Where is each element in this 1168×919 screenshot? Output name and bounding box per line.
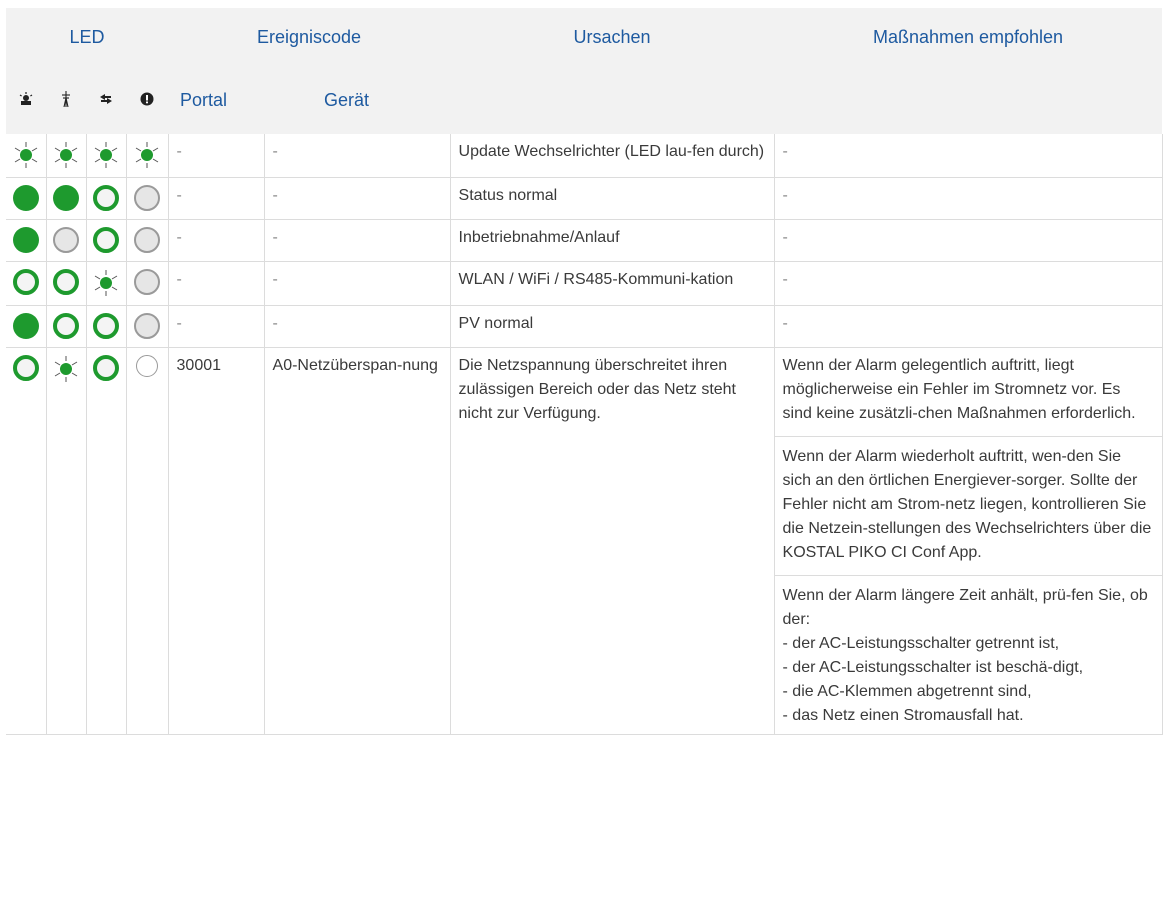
table-row: - - PV normal -: [6, 305, 1163, 348]
led-cell: [86, 134, 127, 178]
led-ring-icon: [53, 313, 79, 339]
massnahmen-paragraph: Wenn der Alarm gelegentlich auftritt, li…: [782, 357, 1136, 422]
massnahmen-paragraph: Wenn der Alarm längere Zeit anhält, prü-…: [782, 587, 1148, 724]
led-cell: [126, 134, 169, 178]
ursache: Inbetriebnahme/Anlauf: [450, 219, 775, 262]
header-ursachen: Ursachen: [450, 8, 775, 66]
massnahmen: Wenn der Alarm gelegentlich auftritt, li…: [774, 347, 1163, 735]
table-row: - - Inbetriebnahme/Anlauf -: [6, 219, 1163, 262]
ursache: PV normal: [450, 305, 775, 348]
led-cell: [46, 305, 87, 348]
led-cell: [86, 305, 127, 348]
portal-code: -: [168, 134, 265, 178]
led-cell: [86, 177, 127, 220]
led-cell: [6, 134, 47, 178]
massnahmen-paragraph: -: [782, 315, 788, 332]
table-row: - - WLAN / WiFi / RS485-Kommuni-kation -: [6, 261, 1163, 306]
table-row: - - Update Wechselrichter (LED lau-fen dur…: [6, 134, 1163, 178]
massnahmen: -: [774, 134, 1163, 178]
led-cell: [46, 219, 87, 262]
led-blink-icon: [52, 355, 80, 383]
led-off-icon: [134, 185, 160, 211]
header-portal: Portal: [168, 66, 265, 134]
geraet-code: -: [264, 134, 451, 178]
led-cell: [6, 261, 47, 306]
led-ring-icon: [93, 185, 119, 211]
ursache: WLAN / WiFi / RS485-Kommuni-kation: [450, 261, 775, 306]
massnahmen: -: [774, 177, 1163, 220]
pv-sun-icon: [6, 66, 46, 134]
led-cell: [6, 347, 47, 735]
led-cell: [6, 305, 47, 348]
header-led: LED: [6, 8, 169, 66]
led-off-icon: [136, 355, 158, 377]
portal-code: 30001: [168, 347, 265, 735]
massnahmen-paragraph: -: [782, 143, 788, 160]
geraet-code: -: [264, 219, 451, 262]
led-off-icon: [134, 313, 160, 339]
led-cell: [86, 347, 127, 735]
led-ring-icon: [93, 313, 119, 339]
led-off-icon: [134, 269, 160, 295]
led-blink-icon: [12, 141, 40, 169]
led-cell: [46, 261, 87, 306]
led-blink-icon: [133, 141, 161, 169]
led-on-icon: [12, 313, 39, 339]
massnahmen-paragraph: Wenn der Alarm wiederholt auftritt, wen-…: [782, 448, 1152, 561]
ursache: Status normal: [450, 177, 775, 220]
geraet-code: -: [264, 305, 451, 348]
massnahmen-paragraph: -: [782, 271, 788, 288]
led-off-icon: [53, 227, 79, 253]
massnahmen: -: [774, 261, 1163, 306]
table-row: 30001 A0-Netzüberspan-nung Die Netzspannun…: [6, 347, 1163, 735]
led-cell: [46, 134, 87, 178]
header-row-main: LED Ereigniscode Ursachen Maßnahmen empf…: [6, 8, 1163, 66]
communication-icon: [86, 66, 126, 134]
led-cell: [6, 177, 47, 220]
ursache: Die Netzspannung überschreitet ihren zul…: [450, 347, 775, 735]
header-row-sub: Portal Gerät: [6, 66, 1163, 134]
led-cell: [126, 177, 169, 220]
ursache: Update Wechselrichter (LED lau-fen durch…: [450, 134, 775, 178]
led-cell: [46, 177, 87, 220]
led-event-table: LED Ereigniscode Ursachen Maßnahmen empf…: [6, 8, 1163, 735]
led-on-icon: [53, 185, 79, 211]
led-cell: [126, 305, 169, 348]
led-ring-icon: [12, 355, 39, 381]
massnahmen: -: [774, 305, 1163, 348]
massnahmen-paragraph: -: [782, 229, 788, 246]
geraet-code: -: [264, 261, 451, 306]
led-ring-icon: [12, 269, 39, 295]
header-ereigniscode: Ereigniscode: [168, 8, 451, 66]
massnahmen: -: [774, 219, 1163, 262]
portal-code: -: [168, 261, 265, 306]
table-row: - - Status normal -: [6, 177, 1163, 220]
header-massnahmen: Maßnahmen empfohlen: [774, 8, 1163, 66]
portal-code: -: [168, 177, 265, 220]
led-cell: [86, 261, 127, 306]
warning-icon: [126, 66, 169, 134]
geraet-code: -: [264, 177, 451, 220]
led-cell: [126, 261, 169, 306]
geraet-code: A0-Netzüberspan-nung: [264, 347, 451, 735]
massnahmen-paragraph: -: [782, 187, 788, 204]
led-cell: [126, 219, 169, 262]
led-ring-icon: [53, 269, 79, 295]
header-geraet: Gerät: [264, 66, 451, 134]
led-ring-icon: [93, 355, 119, 381]
led-ring-icon: [93, 227, 119, 253]
led-cell: [6, 219, 47, 262]
led-blink-icon: [92, 141, 120, 169]
portal-code: -: [168, 305, 265, 348]
led-cell: [126, 347, 169, 735]
led-cell: [86, 219, 127, 262]
led-cell: [46, 347, 87, 735]
led-on-icon: [12, 227, 39, 253]
portal-code: -: [168, 219, 265, 262]
led-off-icon: [134, 227, 160, 253]
grid-pylon-icon: [46, 66, 86, 134]
led-blink-icon: [92, 269, 120, 297]
led-on-icon: [12, 185, 39, 211]
led-blink-icon: [52, 141, 80, 169]
